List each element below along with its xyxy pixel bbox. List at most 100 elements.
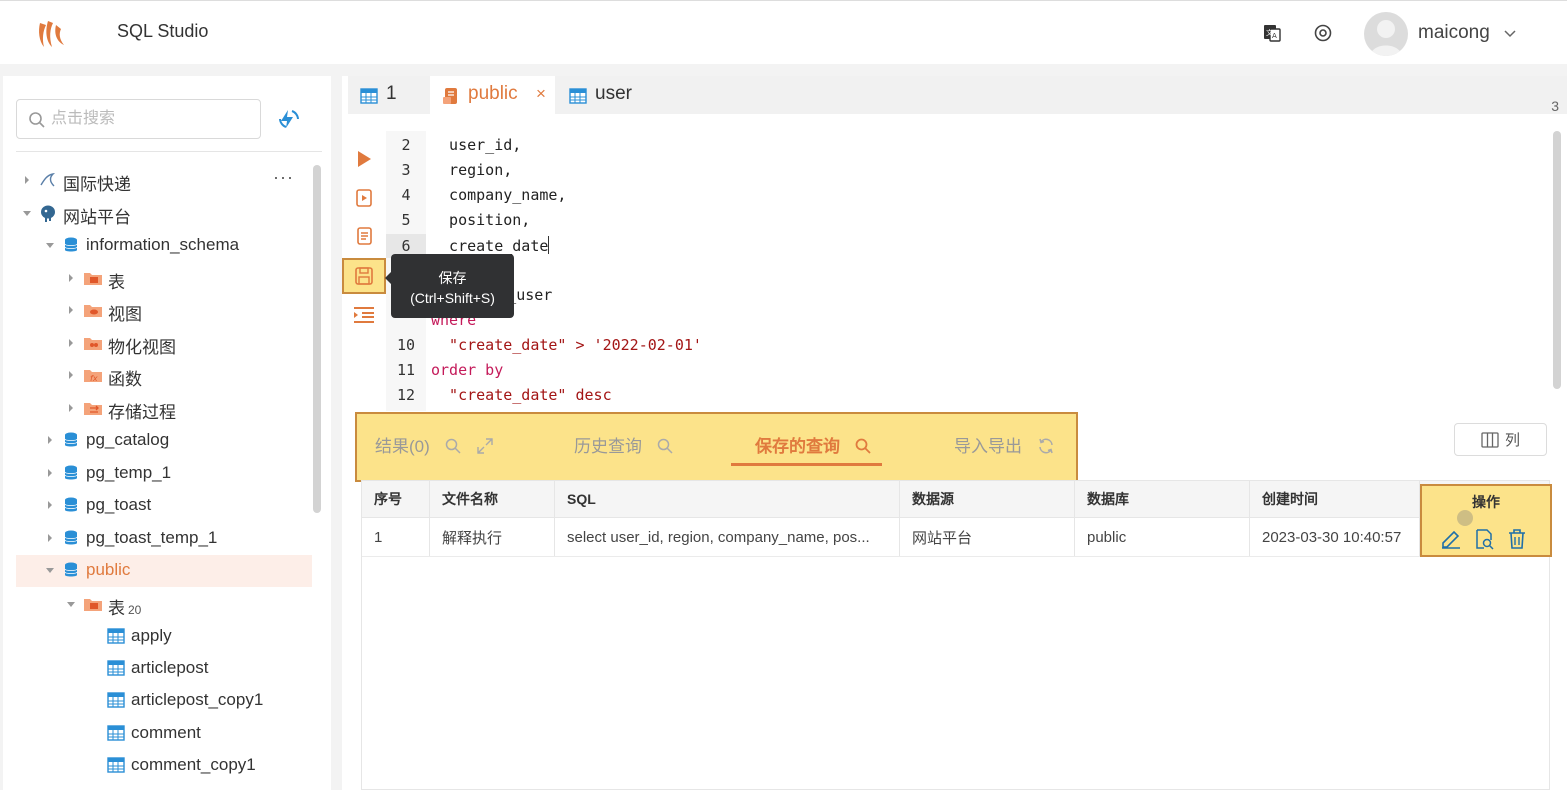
tree-folder-tables[interactable]: 表: [16, 263, 312, 293]
tree-table-comment-copy1[interactable]: comment_copy1: [16, 750, 312, 780]
table-row[interactable]: 1 解释执行 select user_id, region, company_n…: [362, 518, 1549, 557]
chevron-right-icon[interactable]: [66, 370, 76, 380]
username[interactable]: maicong: [1418, 22, 1490, 44]
tree-label-text: 表: [108, 599, 125, 618]
tree-folder-public-tables[interactable]: 表 20: [16, 589, 312, 619]
chevron-right-icon[interactable]: [66, 403, 76, 413]
saved-queries-table: 序号 文件名称 SQL 数据源 数据库 创建时间 1 解释执行 select u…: [361, 480, 1550, 790]
sidebar-scrollbar[interactable]: [313, 165, 321, 513]
tree-connection-guoji[interactable]: 国际快递 ···: [16, 165, 312, 195]
chevron-right-icon[interactable]: [66, 338, 76, 348]
tab-results[interactable]: 结果(0): [375, 432, 493, 457]
chevron-right-icon[interactable]: [45, 500, 55, 510]
database-icon: [64, 465, 78, 480]
code-line[interactable]: order by: [431, 361, 503, 379]
search-box[interactable]: [16, 99, 261, 139]
col-header-index[interactable]: 序号: [362, 481, 430, 517]
tab-public[interactable]: public ×: [430, 76, 555, 114]
col-header-datasource[interactable]: 数据源: [900, 481, 1075, 517]
line-number: 3: [401, 161, 411, 179]
tree-folder-functions[interactable]: fx 函数: [16, 360, 312, 390]
tab-label: 导入导出: [954, 437, 1022, 456]
chevron-right-icon[interactable]: [22, 175, 32, 185]
tree-schema-pg-catalog[interactable]: pg_catalog: [16, 425, 312, 455]
chevron-right-icon[interactable]: [66, 273, 76, 283]
folder-table-icon: [84, 599, 102, 611]
folder-view-icon: [84, 305, 102, 317]
col-header-sql[interactable]: SQL: [555, 481, 900, 517]
run-button[interactable]: [342, 141, 386, 177]
col-header-database[interactable]: 数据库: [1075, 481, 1250, 517]
tree-table-articlepost-copy1[interactable]: articlepost_copy1: [16, 685, 312, 715]
code-line[interactable]: company_name,: [431, 186, 566, 204]
folder-matview-icon: [84, 338, 102, 350]
translate-icon[interactable]: 文A: [1260, 21, 1284, 45]
tab-user[interactable]: user: [557, 76, 647, 114]
tab-label: 保存的查询: [755, 437, 840, 456]
tree-schema-pg-toast-temp-1[interactable]: pg_toast_temp_1: [16, 523, 312, 553]
tree-label: information_schema: [86, 235, 240, 254]
search-input[interactable]: [51, 108, 251, 130]
chevron-down-icon[interactable]: [66, 599, 76, 609]
chevron-right-icon[interactable]: [45, 435, 55, 445]
format-button[interactable]: [342, 297, 386, 333]
more-options-icon[interactable]: ···: [273, 167, 294, 188]
chevron-down-icon[interactable]: [45, 240, 55, 250]
tree-table-articlepost[interactable]: articlepost: [16, 653, 312, 683]
operations-column: 操作: [1420, 484, 1552, 557]
search-icon[interactable]: [657, 438, 673, 454]
tree-table-comment[interactable]: comment: [16, 718, 312, 748]
search-icon[interactable]: [855, 438, 871, 454]
code-line[interactable]: position,: [431, 211, 530, 229]
columns-icon: [1481, 432, 1499, 448]
chevron-right-icon[interactable]: [45, 468, 55, 478]
settings-icon[interactable]: [1311, 21, 1335, 45]
tree-table-apply[interactable]: apply: [16, 621, 312, 651]
view-detail-icon[interactable]: [1473, 528, 1495, 550]
col-header-name[interactable]: 文件名称: [430, 481, 555, 517]
chevron-down-icon[interactable]: [1500, 23, 1520, 43]
cell-database: public: [1075, 518, 1250, 556]
tree-schema-public[interactable]: public: [16, 555, 312, 587]
user-avatar[interactable]: [1364, 12, 1408, 56]
chevron-right-icon[interactable]: [66, 305, 76, 315]
run-selected-button[interactable]: [342, 180, 386, 216]
explain-button[interactable]: [342, 218, 386, 254]
code-line[interactable]: region,: [431, 161, 512, 179]
chevron-right-icon[interactable]: [45, 533, 55, 543]
tab-import-export[interactable]: 导入导出: [954, 432, 1055, 457]
play-icon: [358, 151, 371, 167]
close-icon[interactable]: ×: [536, 84, 546, 104]
folder-table-icon: [84, 273, 102, 285]
save-button[interactable]: [342, 258, 386, 294]
tree-folder-materialized-views[interactable]: 物化视图: [16, 328, 312, 358]
code-line[interactable]: user_id,: [431, 136, 521, 154]
chevron-down-icon[interactable]: [45, 565, 55, 575]
chevron-down-icon[interactable]: [22, 208, 32, 218]
tab-saved-queries[interactable]: 保存的查询: [755, 432, 871, 457]
search-icon[interactable]: [445, 438, 461, 454]
cell-created: 2023-03-30 10:40:57: [1250, 518, 1420, 556]
code-line[interactable]: "create_date" > '2022-02-01': [431, 336, 702, 354]
tree-folder-procedures[interactable]: 存储过程: [16, 393, 312, 423]
col-header-created[interactable]: 创建时间: [1250, 481, 1420, 517]
tree-schema-pg-toast[interactable]: pg_toast: [16, 490, 312, 520]
sync-icon[interactable]: [277, 107, 301, 131]
expand-icon[interactable]: [477, 438, 493, 454]
tab-query-1[interactable]: 1: [348, 76, 430, 114]
edit-icon[interactable]: [1440, 528, 1462, 550]
columns-button[interactable]: 列: [1454, 423, 1547, 456]
top-header: SQL Studio 文A maicong: [0, 0, 1567, 64]
tree-connection-wangzhan[interactable]: 网站平台: [16, 198, 312, 228]
code-line[interactable]: "create_date" desc: [431, 386, 612, 404]
tab-history[interactable]: 历史查询: [574, 432, 673, 457]
code-line[interactable]: create_date: [431, 236, 550, 255]
editor-scrollbar[interactable]: [1553, 131, 1561, 389]
delete-icon[interactable]: [1506, 528, 1528, 550]
tree-label: pg_toast_temp_1: [86, 528, 218, 547]
tree-schema-information[interactable]: information_schema: [16, 230, 312, 260]
refresh-icon[interactable]: [1037, 437, 1055, 455]
tree-schema-pg-temp-1[interactable]: pg_temp_1: [16, 458, 312, 488]
tree-folder-views[interactable]: 视图: [16, 295, 312, 325]
database-icon: [64, 530, 78, 545]
